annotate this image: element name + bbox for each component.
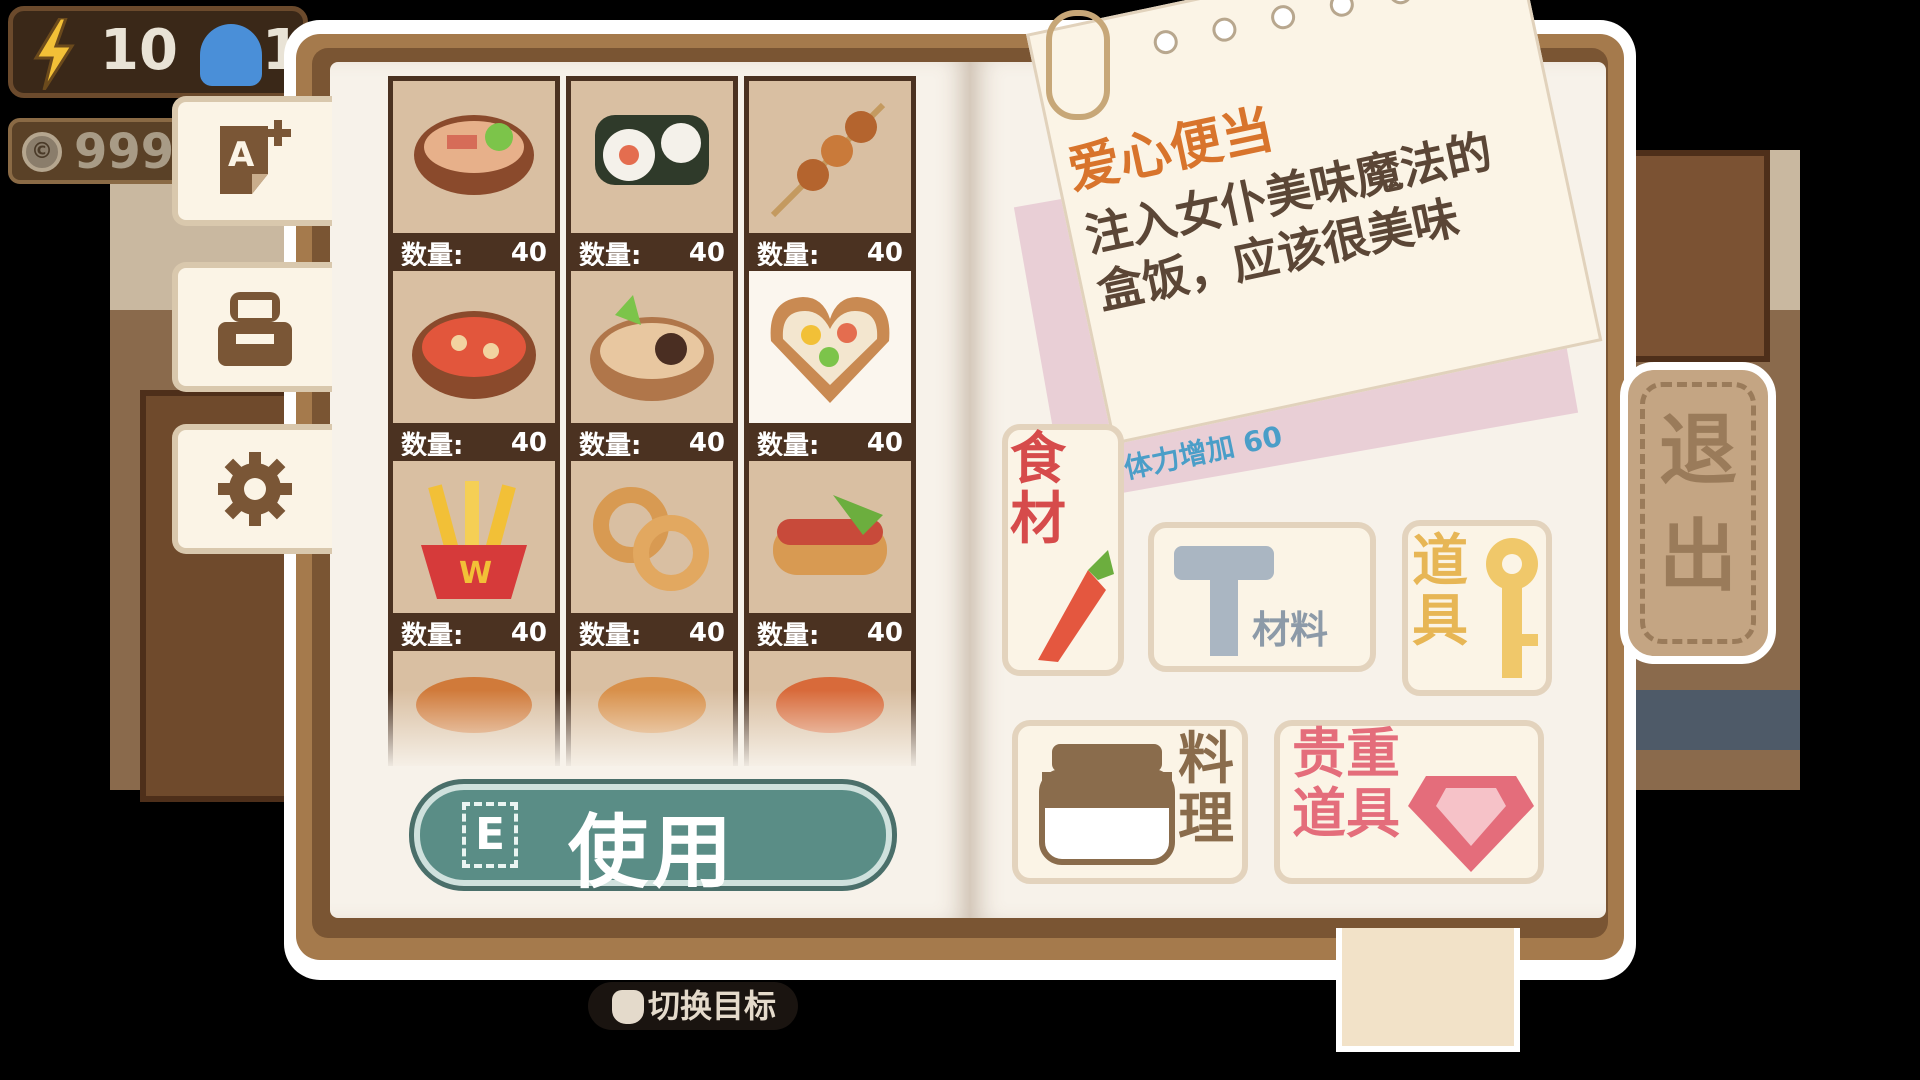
qty-value: 40 [866,238,903,268]
exit-button-label: 退出 [1658,406,1737,602]
ramen-bowl-icon [414,115,534,195]
qty-value: 40 [510,618,547,648]
qty-value: 40 [688,428,725,458]
food-slot-tomato-soup[interactable]: 数量: 40 [388,266,560,468]
tab-notes[interactable]: A [172,96,332,226]
category-valuable-label: 贵重道具 [1292,722,1400,845]
carrot-icon [1038,550,1114,662]
onion-rings-icon [593,487,709,591]
category-cooking-label: 料理 [1178,727,1234,852]
qty-value: 40 [510,428,547,458]
french-fries-icon: W [421,481,527,599]
note-hole [1151,27,1180,57]
qty-value: 40 [688,618,725,648]
note-hole [1268,2,1298,32]
lightning-icon [33,18,75,90]
sushi-roll-icon [595,115,709,185]
food-slot-noodles[interactable]: 数量: 40 [566,266,738,468]
svg-text:W: W [459,556,492,591]
paperclip-icon [1046,10,1110,120]
food-slot-onion-rings[interactable]: 数量: 40 [566,456,738,658]
qty-value: 40 [866,428,903,458]
heart-bento-icon [770,297,890,403]
qty-value: 40 [688,238,725,268]
notes-icon: A [220,120,291,194]
coin-icon: © [22,132,62,172]
pot-icon [1039,744,1175,865]
food-slot-fries[interactable]: W 数量: 40 [388,456,560,658]
ghost-icon [200,24,262,86]
tab-backpack[interactable] [172,262,332,392]
noodle-bowl-icon [590,295,714,401]
yakitori-skewer-icon [770,102,886,218]
food-slot-ramen[interactable]: 数量: 40 [388,76,560,278]
qty-value: 40 [510,238,547,268]
note-hole [1210,15,1239,44]
energy-value: 10 [100,18,178,83]
food-slot-heart-bento[interactable]: 数量: 40 [744,266,916,468]
key-hint-e: E [462,802,518,868]
use-button-label: 使用 [568,806,736,899]
gear-icon [218,452,292,526]
room-shelf [1610,690,1800,750]
inventory-grid: 数量: 40 数量: 40 数量: 40 数量: 40 数量: 40 数量: 40 [382,76,922,766]
food-slot-hot-dog[interactable]: 数量: 40 [744,456,916,658]
backpack-icon [218,292,292,366]
tomato-soup-icon [412,311,536,399]
tab-settings[interactable] [172,424,332,554]
hot-dog-icon [773,495,887,575]
note-hole [1327,0,1357,19]
grid-fade [382,690,922,770]
key-icon [1486,538,1538,678]
category-materials-label: 材料 [1252,608,1329,652]
qty-value: 40 [866,618,903,648]
svg-text:A: A [228,135,255,175]
mouse-icon [612,990,644,1024]
food-slot-yakitori[interactable]: 数量: 40 [744,76,916,278]
category-tools-label: 道具 [1412,529,1468,654]
note-hole [1386,0,1415,7]
category-ingredients-label: 食材 [1010,427,1066,552]
food-slot-sushi[interactable]: 数量: 40 [566,76,738,278]
bookmark-ribbon [1336,928,1520,1052]
